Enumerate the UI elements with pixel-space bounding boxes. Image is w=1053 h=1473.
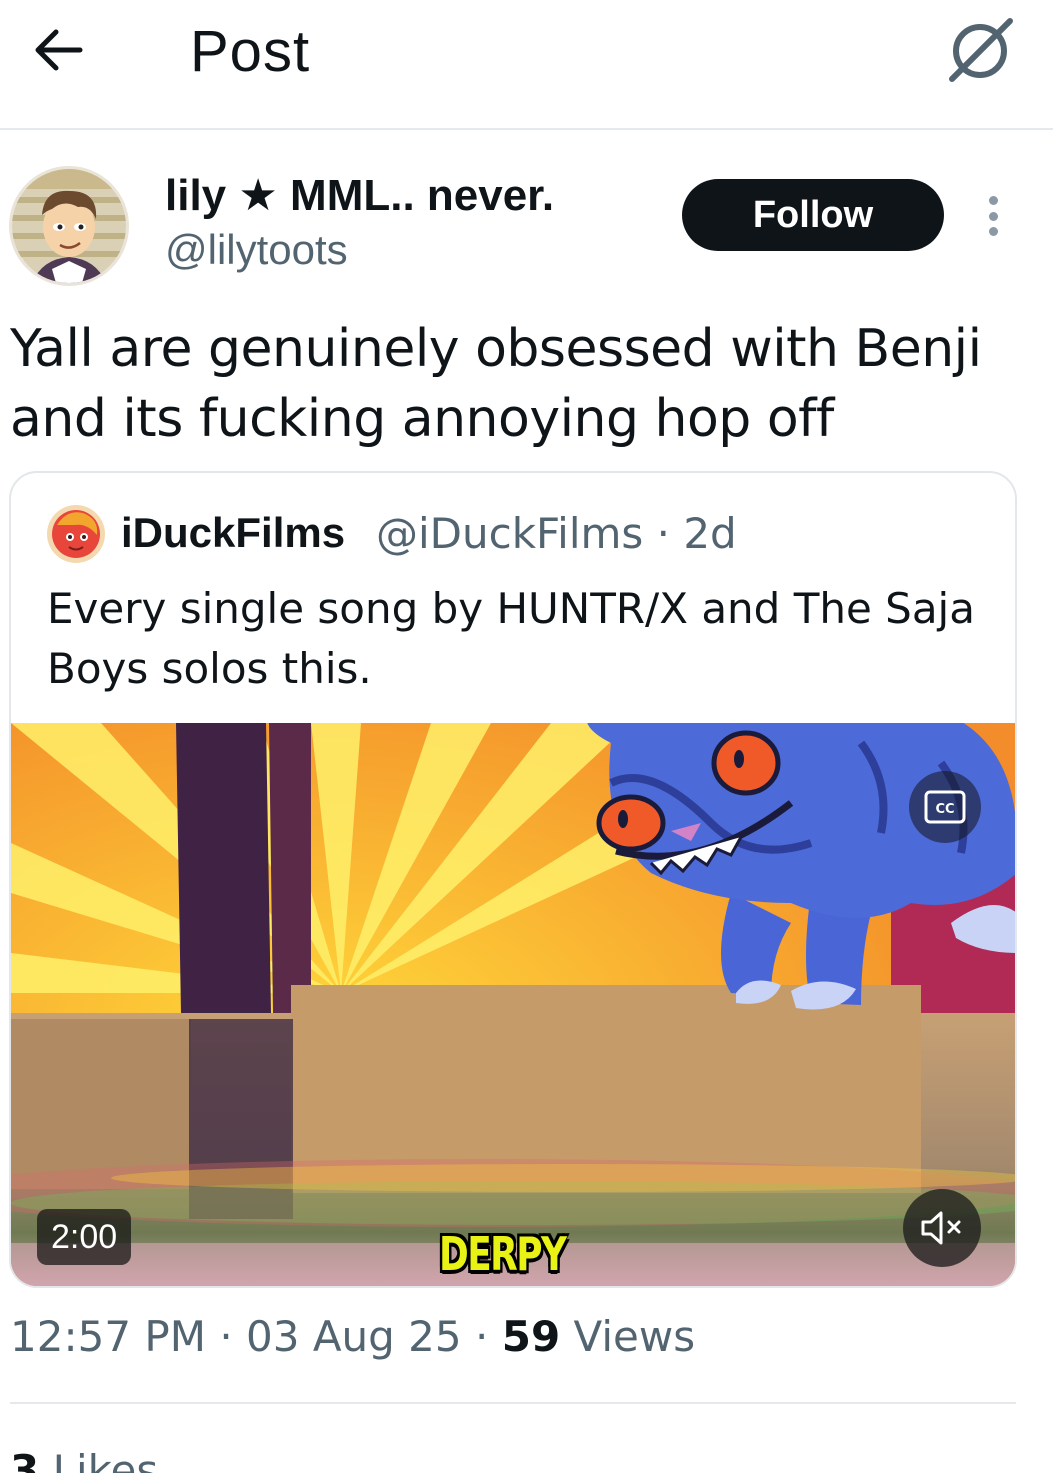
more-options-button[interactable] [972,190,1014,242]
quoted-post-text: Every single song by HUNTR/X and The Saj… [47,579,997,699]
post-text-line: and its fucking annoying hop off [10,389,834,449]
vertical-dots-icon [988,196,998,205]
arrow-left-icon [35,29,83,71]
quoted-text-line: Every single song by HUNTR/X and The Saj… [47,584,975,633]
video-subtitle: DERPY [439,1227,567,1281]
likes-label: Likes [52,1446,159,1473]
post-text-line: Yall are genuinely obsessed with Benji [10,319,982,379]
top-bar: Post [0,0,1053,130]
video-thumbnail [11,723,1015,1286]
views-count: 59 [501,1312,561,1361]
author-name[interactable]: lily ★ MML.. never. [165,170,554,221]
quoted-author-avatar[interactable] [47,505,105,563]
author-avatar[interactable] [9,166,129,286]
speaker-muted-icon [921,1211,961,1245]
unmute-button[interactable] [903,1189,981,1267]
follow-button[interactable]: Follow [682,179,944,251]
post-timestamp: 12:57 PM · 03 Aug 25 · 59 Views [10,1312,696,1361]
captions-button[interactable]: CC [909,771,981,843]
author-handle[interactable]: @lilytoots [165,226,348,274]
back-button[interactable] [28,22,88,78]
quoted-text-line: Boys solos this. [47,644,372,693]
grok-icon [949,18,1013,82]
closed-captions-icon: CC [924,790,966,824]
quoted-post-card[interactable]: iDuckFilms @iDuckFilms · 2d Every single… [9,471,1017,1288]
views-stat[interactable]: 59 Views [502,1312,695,1361]
quoted-author-meta: @iDuckFilms · 2d [376,509,737,558]
page-title: Post [190,19,311,84]
post-time: 12:57 PM [10,1312,206,1361]
post-text: Yall are genuinely obsessed with Benji a… [10,314,1040,454]
views-label: Views [573,1312,696,1361]
divider [10,1402,1016,1404]
likes-count: 3 [10,1446,40,1473]
video-player[interactable]: CC 2:00 DERPY [11,723,1015,1286]
likes-stat[interactable]: 3 Likes [10,1446,158,1473]
video-duration-badge: 2:00 [37,1209,132,1265]
cc-label: CC [935,802,954,817]
post-date: 03 Aug 25 [246,1312,462,1361]
grok-button[interactable] [940,12,1020,88]
quoted-author-name[interactable]: iDuckFilms [121,509,345,557]
